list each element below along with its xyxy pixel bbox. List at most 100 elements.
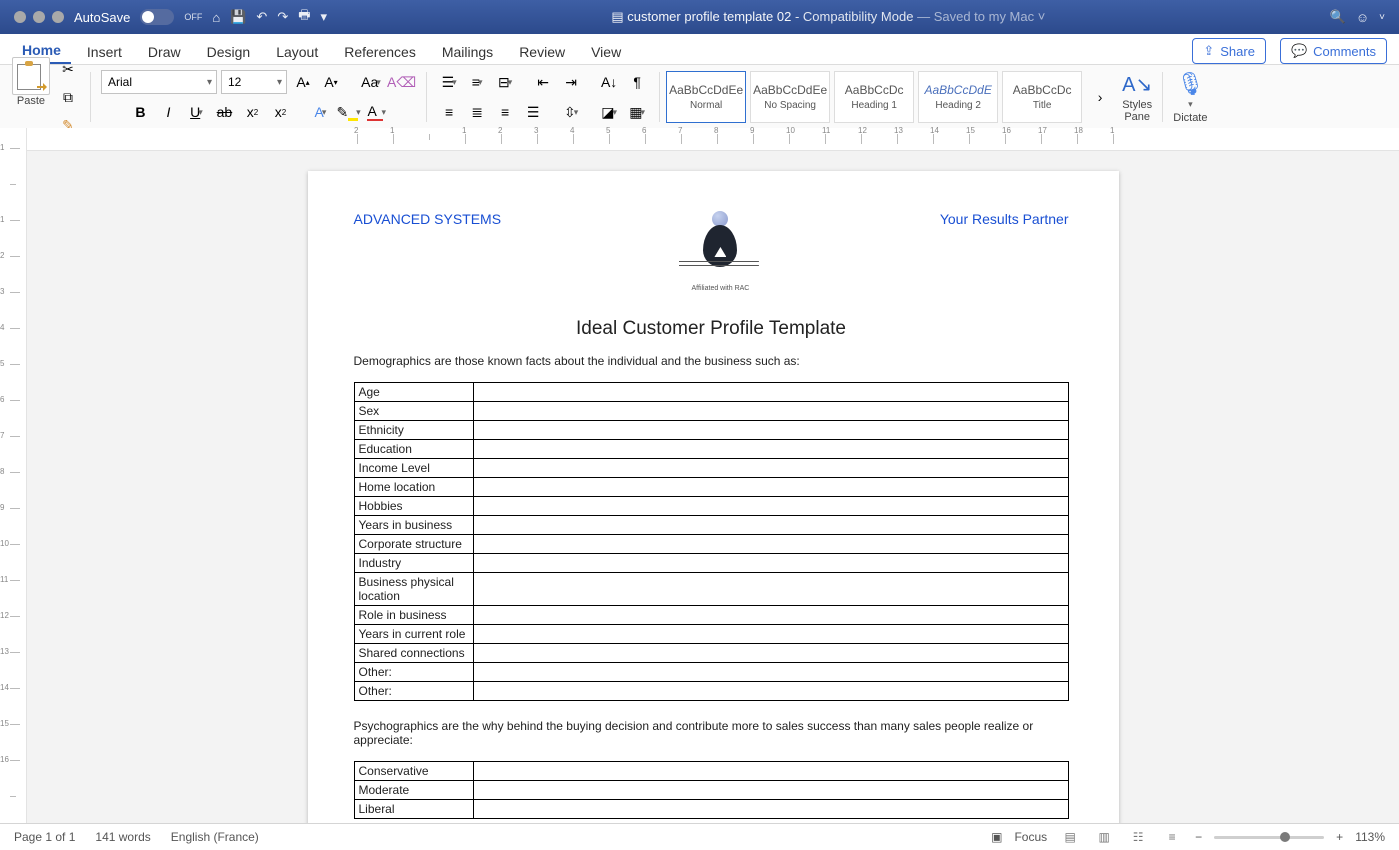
table-row: Years in business	[354, 516, 1068, 535]
underline-button[interactable]: U▾	[184, 100, 208, 124]
word-count[interactable]: 141 words	[95, 830, 150, 844]
page-indicator[interactable]: Page 1 of 1	[14, 830, 75, 844]
outline-view-icon[interactable]: ☷	[1127, 830, 1149, 844]
ribbon-tabs: HomeInsertDrawDesignLayoutReferencesMail…	[0, 34, 1399, 65]
search-icon[interactable]: 🔍	[1330, 9, 1346, 25]
font-size-value: 12	[228, 75, 241, 89]
borders-icon[interactable]: ▦▾	[625, 100, 649, 124]
undo-icon[interactable]: ↶	[256, 9, 267, 25]
indent-icon[interactable]: ⇥	[559, 70, 583, 94]
table-row: Home location	[354, 478, 1068, 497]
demographics-table: AgeSexEthnicityEducationIncome LevelHome…	[354, 382, 1069, 701]
line-spacing-icon[interactable]: ⇳▾	[559, 100, 583, 124]
account-icon[interactable]: ☺	[1356, 10, 1369, 25]
more-icon[interactable]: ▾	[321, 9, 328, 25]
header-right: Your Results Partner	[940, 211, 1069, 227]
share-button[interactable]: ⇪Share	[1192, 38, 1266, 64]
styles-chevron-icon[interactable]: ›	[1088, 85, 1112, 109]
table-row: Age	[354, 383, 1068, 402]
outdent-icon[interactable]: ⇤	[531, 70, 555, 94]
document-heading: Ideal Customer Profile Template	[354, 318, 1069, 340]
table-row: Liberal	[354, 800, 1068, 819]
save-icon[interactable]: 💾	[230, 9, 246, 25]
horizontal-ruler: 211234567891011121314151617181	[27, 128, 1399, 151]
cut-icon[interactable]: ✂	[56, 57, 80, 81]
align-left-icon[interactable]: ≡	[437, 100, 461, 124]
align-center-icon[interactable]: ≣	[465, 100, 489, 124]
clipboard-group: Paste ✂ ⧉ ✎	[8, 57, 84, 137]
sort-icon[interactable]: A↓	[597, 70, 621, 94]
shading-icon[interactable]: ◪▾	[597, 100, 621, 124]
zoom-in-icon[interactable]: +	[1336, 830, 1343, 844]
print-icon[interactable]: 🖶	[298, 6, 310, 28]
tab-design[interactable]: Design	[197, 38, 261, 64]
table-row: Role in business	[354, 606, 1068, 625]
style-normal[interactable]: AaBbCcDdEeNormal	[666, 71, 746, 123]
zoom-out-icon[interactable]: −	[1195, 830, 1202, 844]
web-layout-view-icon[interactable]: ▥	[1093, 830, 1115, 844]
save-status: Saved to my Mac	[934, 9, 1034, 24]
account-chevron-icon[interactable]: ˅	[1379, 12, 1385, 23]
vertical-ruler: 112345678910111213141516	[0, 128, 27, 824]
paste-label: Paste	[17, 95, 45, 107]
table-row: Corporate structure	[354, 535, 1068, 554]
tab-layout[interactable]: Layout	[266, 38, 328, 64]
autosave-toggle[interactable]	[140, 9, 174, 25]
comments-button[interactable]: 💬Comments	[1280, 38, 1387, 64]
grow-font-icon[interactable]: A▴	[291, 70, 315, 94]
pilcrow-icon[interactable]: ¶	[625, 70, 649, 94]
style-heading-2[interactable]: AaBbCcDdEHeading 2	[918, 71, 998, 123]
focus-icon[interactable]: ▣	[991, 830, 1002, 844]
page: ADVANCED SYSTEMS Affiliated with RAC You…	[308, 171, 1119, 824]
styles-pane-button[interactable]: A↘ Styles Pane	[1118, 72, 1156, 123]
table-row: Conservative	[354, 762, 1068, 781]
zoom-slider[interactable]	[1214, 836, 1324, 839]
superscript-button[interactable]: x2	[268, 100, 292, 124]
table-row: Hobbies	[354, 497, 1068, 516]
document-name: customer profile template 02	[627, 9, 791, 24]
justify-icon[interactable]: ☰	[521, 100, 545, 124]
table-row: Moderate	[354, 781, 1068, 800]
bold-button[interactable]: B	[128, 100, 152, 124]
document-canvas[interactable]: ADVANCED SYSTEMS Affiliated with RAC You…	[27, 151, 1399, 824]
numbering-icon[interactable]: ≡▾	[465, 70, 489, 94]
draft-view-icon[interactable]: ≡	[1161, 830, 1183, 844]
font-color-icon[interactable]: A▾	[365, 100, 389, 124]
share-icon: ⇪	[1203, 43, 1214, 59]
bullets-icon[interactable]: ☰▾	[437, 70, 461, 94]
align-right-icon[interactable]: ≡	[493, 100, 517, 124]
font-name-select[interactable]: Arial	[101, 70, 217, 94]
style-no-spacing[interactable]: AaBbCcDdEeNo Spacing	[750, 71, 830, 123]
text-effects-icon[interactable]: A▾	[308, 100, 332, 124]
tab-insert[interactable]: Insert	[77, 38, 132, 64]
focus-label[interactable]: Focus	[1014, 830, 1047, 844]
strike-button[interactable]: ab	[212, 100, 236, 124]
tab-references[interactable]: References	[334, 38, 426, 64]
tab-view[interactable]: View	[581, 38, 631, 64]
shrink-font-icon[interactable]: A▾	[319, 70, 343, 94]
tab-draw[interactable]: Draw	[138, 38, 191, 64]
redo-icon[interactable]: ↷	[277, 9, 288, 25]
clear-format-icon[interactable]: A⌫	[387, 70, 416, 94]
style-title[interactable]: AaBbCcDcTitle	[1002, 71, 1082, 123]
tab-mailings[interactable]: Mailings	[432, 38, 503, 64]
paste-button[interactable]	[12, 57, 50, 95]
language-indicator[interactable]: English (France)	[171, 830, 259, 844]
window-controls[interactable]	[14, 11, 64, 23]
status-bar: Page 1 of 1 141 words English (France) ▣…	[0, 823, 1399, 850]
highlight-icon[interactable]: ✎▾	[336, 100, 360, 124]
print-layout-view-icon[interactable]: ▤	[1059, 830, 1081, 844]
subscript-button[interactable]: x2	[240, 100, 264, 124]
zoom-value[interactable]: 113%	[1355, 830, 1385, 844]
home-icon[interactable]: ⌂	[212, 10, 220, 25]
tab-review[interactable]: Review	[509, 38, 575, 64]
dictate-button[interactable]: 🎙▾ Dictate	[1169, 71, 1211, 124]
table-row: Income Level	[354, 459, 1068, 478]
italic-button[interactable]: I	[156, 100, 180, 124]
styles-gallery[interactable]: AaBbCcDdEeNormalAaBbCcDdEeNo SpacingAaBb…	[666, 71, 1082, 123]
multilevel-icon[interactable]: ⊟▾	[493, 70, 517, 94]
change-case-icon[interactable]: Aa▾	[359, 70, 383, 94]
font-size-select[interactable]: 12	[221, 70, 287, 94]
style-heading-1[interactable]: AaBbCcDcHeading 1	[834, 71, 914, 123]
copy-icon[interactable]: ⧉	[56, 85, 80, 109]
